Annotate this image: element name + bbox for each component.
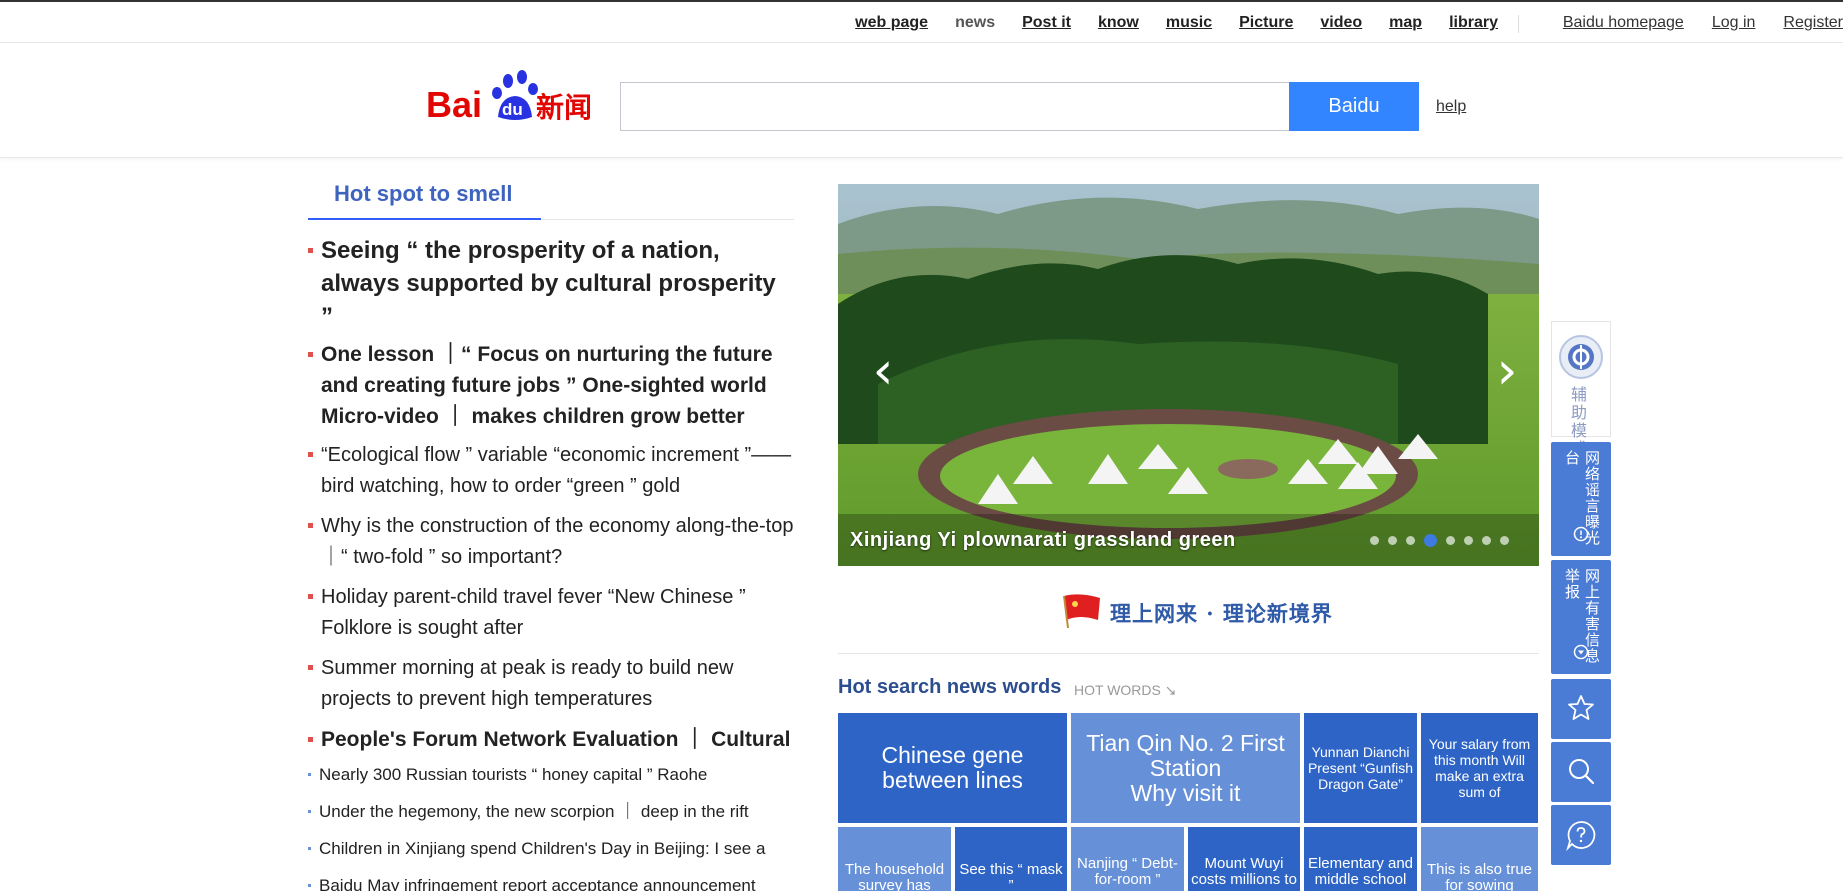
headline-item[interactable]: Why is the construction of the economy a… <box>308 511 794 573</box>
headline-item[interactable]: Summer morning at peak is ready to build… <box>308 653 794 715</box>
hot-word-tile[interactable]: Yunnan Dianchi Present “Gunfish Dragon G… <box>1304 713 1417 823</box>
headline-item[interactable]: Seeing “ the prosperity of a nation, alw… <box>308 234 794 333</box>
carousel-caption[interactable]: Xinjiang Yi plownarati grassland green <box>850 529 1236 552</box>
search-header: Bai du 新闻 Baidu help <box>0 43 1843 158</box>
section-headline[interactable]: People's Forum Network Evaluation ｜ Cult… <box>308 724 794 755</box>
search-input[interactable] <box>620 82 1290 131</box>
hot-word-tile[interactable]: Chinese gene between lines <box>838 713 1067 823</box>
nav-library[interactable]: library <box>1449 14 1498 32</box>
sub-news-item[interactable]: Nearly 300 Russian tourists “ honey capi… <box>308 765 794 785</box>
nav-post-it[interactable]: Post it <box>1022 14 1071 32</box>
search-button[interactable]: Baidu <box>1289 82 1419 131</box>
chevron-down-circle-icon <box>1551 644 1611 665</box>
hot-search-title: Hot search news words <box>838 676 1062 698</box>
account-links: Baidu homepage Log in Register <box>1563 14 1843 32</box>
svg-text:Bai: Bai <box>426 84 482 125</box>
baidu-news-logo[interactable]: Bai du 新闻 <box>426 67 596 129</box>
nav-web-page[interactable]: web page <box>855 14 928 32</box>
hot-word-tile[interactable]: Your salary from this month Will make an… <box>1421 713 1538 823</box>
hot-search-grid: Chinese gene between lines Tian Qin No. … <box>838 713 1538 891</box>
carousel-image <box>838 184 1539 566</box>
accessibility-icon <box>1559 335 1603 379</box>
rumor-exposure-button[interactable]: 网络谣言曝光台 <box>1551 442 1611 556</box>
hot-words-label: HOT WORDS <box>1074 682 1161 698</box>
nav-picture[interactable]: Picture <box>1239 14 1293 32</box>
nav-news[interactable]: news <box>955 14 995 32</box>
carousel-dot[interactable] <box>1500 536 1509 545</box>
nav-map[interactable]: map <box>1389 14 1422 32</box>
help-link[interactable]: help <box>1436 98 1466 116</box>
hot-word-tile[interactable]: Tian Qin No. 2 First Station Why visit i… <box>1071 713 1300 823</box>
carousel-dot[interactable] <box>1446 536 1455 545</box>
top-navigation-bar: web page news Post it know music Picture… <box>0 0 1843 43</box>
hot-word-tile[interactable]: The household survey has <box>838 827 951 891</box>
star-icon <box>1551 693 1611 728</box>
feedback-button[interactable] <box>1551 805 1611 865</box>
carousel-pagination <box>1361 534 1509 547</box>
sub-news-item[interactable]: Children in Xinjiang spend Children's Da… <box>308 839 794 859</box>
hot-words-link[interactable]: HOT WORDS ↘ <box>1074 682 1176 699</box>
svg-text:du: du <box>502 100 523 119</box>
login-link[interactable]: Log in <box>1712 14 1756 32</box>
headline-item[interactable]: Holiday parent-child travel fever “New C… <box>308 582 794 644</box>
carousel-next-arrow[interactable]: › <box>1492 345 1522 399</box>
headline-item[interactable]: One lesson ｜“ Focus on nurturing the fut… <box>308 339 794 432</box>
nav-music[interactable]: music <box>1166 14 1212 32</box>
harmful-info-report-button[interactable]: 网上有害信息举报 <box>1551 560 1611 674</box>
search-tool-button[interactable] <box>1551 742 1611 802</box>
nav-video[interactable]: video <box>1320 14 1362 32</box>
alert-icon <box>1551 526 1611 545</box>
hot-word-tile[interactable]: Elementary and middle school <box>1304 827 1417 891</box>
hot-word-tile[interactable]: Mount Wuyi costs millions to <box>1188 827 1300 891</box>
sub-news-list: Nearly 300 Russian tourists “ honey capi… <box>308 765 794 891</box>
nav-know[interactable]: know <box>1098 14 1139 32</box>
sub-news-item[interactable]: Under the hegemony, the new scorpion ｜ d… <box>308 802 794 822</box>
carousel-prev-arrow[interactable]: ‹ <box>868 345 898 399</box>
favorite-button[interactable] <box>1551 679 1611 739</box>
headline-item[interactable]: “Ecological flow ” variable “economic in… <box>308 440 794 502</box>
svg-text:新闻: 新闻 <box>536 91 592 124</box>
photo-carousel[interactable]: ‹ › Xinjiang Yi plownarati grassland gre… <box>838 184 1539 566</box>
hot-word-tile[interactable]: This is also true for sowing <box>1421 827 1538 891</box>
arrow-down-right-icon: ↘ <box>1164 682 1177 698</box>
theory-banner[interactable]: 理上网来 · 理论新境界 <box>838 566 1539 654</box>
carousel-dot[interactable] <box>1370 536 1379 545</box>
sub-news-item[interactable]: Baidu May infringement report acceptance… <box>308 876 794 891</box>
baidu-homepage-link[interactable]: Baidu homepage <box>1563 14 1684 32</box>
product-nav: web page news Post it know music Picture… <box>828 14 1498 32</box>
search-icon <box>1551 756 1611 791</box>
help-bubble-icon <box>1551 819 1611 856</box>
headline-list: Seeing “ the prosperity of a nation, alw… <box>308 234 794 755</box>
news-tabbar: Hot spot to smell <box>308 176 794 220</box>
carousel-dot[interactable] <box>1388 536 1397 545</box>
banner-text: 理上网来 · 理论新境界 <box>1110 601 1333 626</box>
hot-word-tile[interactable]: See this “ mask ” <box>955 827 1067 891</box>
nav-divider <box>1518 15 1519 33</box>
red-flag-icon <box>1063 594 1100 629</box>
hot-news-column: Hot spot to smell Seeing “ the prosperit… <box>308 176 794 891</box>
hot-word-tile[interactable]: Nanjing “ Debt-for-room ” <box>1071 827 1184 891</box>
carousel-dot[interactable] <box>1482 536 1491 545</box>
accessibility-mode-button[interactable]: 辅助模式 <box>1551 321 1611 458</box>
tab-hot-spot[interactable]: Hot spot to smell <box>308 176 541 220</box>
carousel-dot[interactable] <box>1464 536 1473 545</box>
carousel-dot[interactable] <box>1406 536 1415 545</box>
carousel-dot[interactable] <box>1424 534 1437 547</box>
register-link[interactable]: Register <box>1783 14 1843 32</box>
